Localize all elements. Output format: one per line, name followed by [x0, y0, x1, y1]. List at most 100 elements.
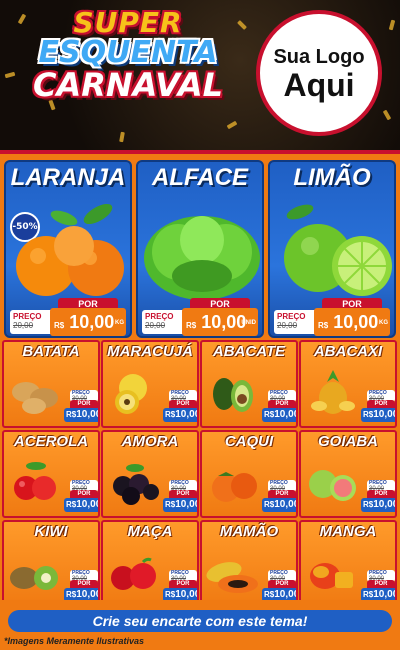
persimmon-icon: [212, 472, 257, 502]
old-price: 20,00: [277, 321, 298, 330]
product-card-kiwi: KIWI PREÇO 30,00 POR R$10,00: [2, 520, 100, 608]
featured-card-alface: ALFACE POR PREÇO 20,00 R$ 10,00 UNID: [136, 160, 264, 338]
product-name: BATATA: [22, 343, 80, 360]
por-label: POR: [169, 580, 197, 588]
title-line-3: CARNAVAL: [32, 66, 223, 104]
acerola-icon: [14, 462, 56, 500]
product-name: MAÇA: [127, 523, 173, 540]
new-price: 10,00: [175, 409, 199, 420]
product-card-manga: MANGA PREÇO 30,00 POR R$10,00: [299, 520, 397, 608]
new-price-box: R$10,00: [262, 408, 296, 422]
new-price: 10,00: [76, 499, 100, 510]
preco-label: PREÇO: [277, 312, 306, 321]
price-tag: PREÇO 30,00 POR R$10,00: [163, 390, 199, 424]
unit-label: UNID: [241, 320, 256, 326]
new-price: 10,00: [274, 499, 298, 510]
product-name: AMORA: [121, 433, 179, 450]
price-tag: PREÇO 30,00 POR R$10,00: [361, 480, 397, 514]
blackberry-icon: [113, 464, 159, 505]
currency: R$: [318, 321, 329, 330]
currency: R$: [363, 590, 374, 599]
price-tag: PREÇO 30,00 POR R$10,00: [163, 480, 199, 514]
product-name: MANGA: [319, 523, 377, 540]
currency: R$: [66, 410, 77, 419]
por-label: POR: [367, 490, 395, 498]
old-price-box: PREÇO 20,00: [274, 310, 318, 334]
unit-label: KG: [379, 320, 388, 326]
product-name: MAMÃO: [219, 523, 279, 540]
new-price: 10,00: [373, 589, 397, 600]
currency: R$: [54, 321, 65, 330]
new-price: 10,00: [76, 589, 100, 600]
por-label: POR: [169, 490, 197, 498]
passionfruit-icon: [115, 374, 147, 414]
price-tag: PREÇO 30,00 POR R$10,00: [64, 480, 100, 514]
price-tag: PREÇO 30,00 POR R$10,00: [64, 570, 100, 604]
product-card-goiaba: GOIABA PREÇO 30,00 POR R$10,00: [299, 430, 397, 518]
new-price-box: R$10,00: [361, 408, 397, 422]
avocado-icon: [213, 378, 253, 412]
por-label: POR: [70, 400, 98, 408]
featured-products-row: LARANJA -50% POR PREÇO 20,00 R$ 10,00 KG: [0, 150, 400, 338]
new-price-box: R$ 10,00 UNID: [182, 308, 258, 336]
guava-icon: [309, 470, 356, 501]
product-card-mamao: MAMÃO PREÇO 30,00 POR R$10,00: [200, 520, 298, 608]
confetti-decoration: [382, 109, 392, 121]
price-tag: PREÇO 30,00 POR R$10,00: [163, 570, 199, 604]
confetti-decoration: [388, 19, 396, 31]
product-name: LARANJA: [10, 164, 126, 191]
logo-text-1: Sua Logo: [273, 45, 365, 68]
pineapple-icon: [311, 370, 355, 414]
new-price-box: R$10,00: [64, 408, 98, 422]
new-price: 10,00: [69, 312, 115, 332]
featured-card-laranja: LARANJA -50% POR PREÇO 20,00 R$ 10,00 KG: [4, 160, 132, 338]
currency: R$: [165, 500, 176, 509]
product-card-acerola: ACEROLA PREÇO 30,00 POR R$10,00: [2, 430, 100, 518]
currency: R$: [186, 321, 197, 330]
product-name: KIWI: [34, 523, 68, 540]
new-price-box: R$10,00: [163, 498, 199, 512]
apple-icon: [111, 557, 156, 590]
campaign-title: SUPER ESQUENTA CARNAVAL: [8, 6, 248, 104]
product-name: ACEROLA: [13, 433, 89, 450]
price-tag: POR PREÇO 20,00 R$ 10,00 KG: [274, 298, 394, 336]
product-card-abacate: ABACATE PREÇO 30,00 POR R$10,00: [200, 340, 298, 428]
por-label: POR: [70, 580, 98, 588]
kiwi-icon: [10, 566, 58, 590]
price-tag: PREÇO 30,00 POR R$10,00: [64, 390, 98, 424]
new-price-box: R$ 10,00 KG: [50, 308, 126, 336]
old-price: 20,00: [13, 321, 34, 330]
new-price-box: R$10,00: [262, 498, 298, 512]
product-card-caqui: CAQUI PREÇO 30,00 POR R$10,00: [200, 430, 298, 518]
new-price-box: R$10,00: [163, 408, 199, 422]
new-price: 10,00: [373, 499, 397, 510]
cta-banner[interactable]: Crie seu encarte com este tema!: [8, 610, 392, 632]
mango-icon: [310, 563, 353, 589]
new-price-box: R$10,00: [64, 498, 100, 512]
por-label: POR: [367, 400, 395, 408]
currency: R$: [165, 410, 176, 419]
currency: R$: [264, 590, 275, 599]
new-price: 10,00: [175, 499, 199, 510]
new-price: 10,00: [201, 312, 247, 332]
papaya-icon: [206, 562, 258, 593]
logo-placeholder: Sua Logo Aqui: [256, 10, 382, 136]
new-price: 10,00: [175, 589, 199, 600]
price-tag: PREÇO 30,00 POR R$10,00: [262, 390, 296, 424]
currency: R$: [66, 500, 77, 509]
currency: R$: [264, 500, 275, 509]
currency: R$: [363, 410, 374, 419]
product-name: ABACATE: [212, 343, 286, 360]
product-name: ALFACE: [152, 164, 248, 191]
preco-label: PREÇO: [13, 312, 42, 321]
new-price: 10,00: [373, 409, 397, 420]
preco-label: PREÇO: [145, 312, 174, 321]
product-name: LIMÃO: [293, 164, 371, 191]
product-card-amora: AMORA PREÇO 30,00 POR R$10,00: [101, 430, 199, 518]
new-price: 10,00: [274, 589, 298, 600]
currency: R$: [66, 590, 77, 599]
price-tag: POR PREÇO 20,00 R$ 10,00 UNID: [142, 298, 262, 336]
header-banner: SUPER ESQUENTA CARNAVAL Sua Logo Aqui: [0, 0, 400, 150]
price-tag: POR PREÇO 20,00 R$ 10,00 KG: [10, 298, 130, 336]
por-label: POR: [70, 490, 98, 498]
